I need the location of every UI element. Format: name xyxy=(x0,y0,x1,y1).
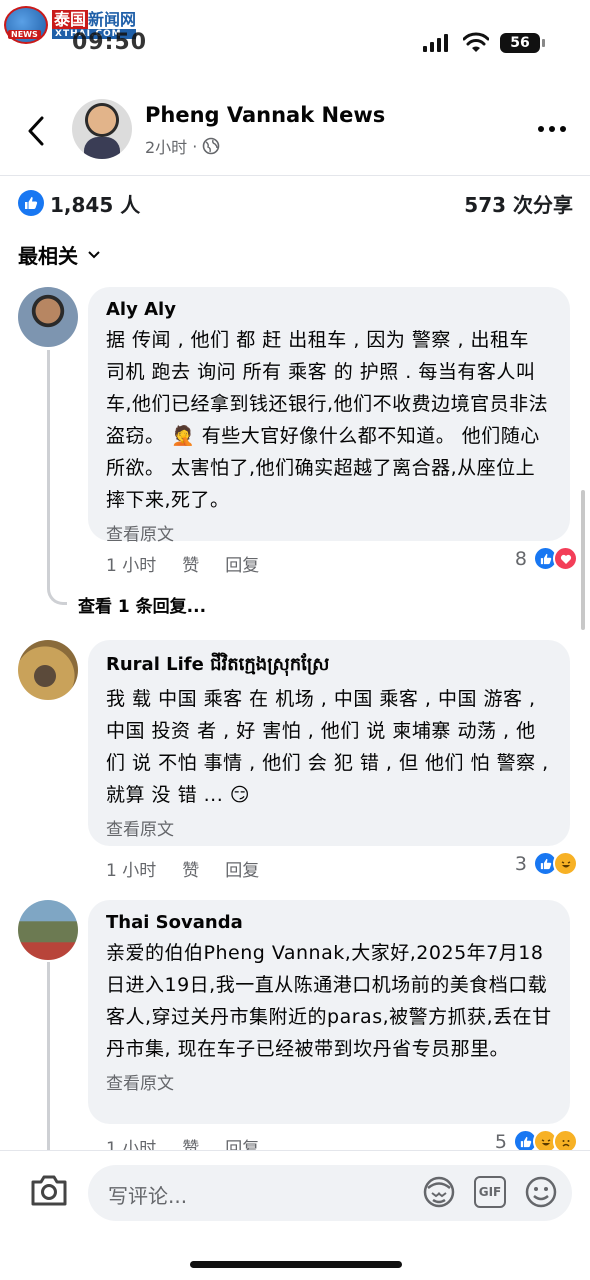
comment-bubble[interactable]: Aly Aly 据 传闻 , 他们 都 赶 出租车 , 因为 警察 , 出租车 … xyxy=(88,287,570,545)
back-icon[interactable] xyxy=(22,114,52,148)
avatar-sticker-icon[interactable] xyxy=(422,1175,456,1209)
comment-actions: 1 小时 赞 回复 xyxy=(106,856,259,881)
comment-time: 1 小时 xyxy=(106,556,157,576)
see-original-link[interactable]: 查看原文 xyxy=(106,520,552,545)
reaction-count: 8 xyxy=(514,547,527,570)
thread-line xyxy=(47,350,50,585)
reply-button[interactable]: 回复 xyxy=(225,856,259,881)
battery-indicator: 56 xyxy=(500,33,545,53)
comment-bubble[interactable]: Rural Life ជីវិតក្មេងស្រុកស្រែ 我 载 中国 乘客… xyxy=(88,640,570,846)
shares-count[interactable]: 573 次分享 xyxy=(464,189,573,218)
comment-text: 据 传闻 , 他们 都 赶 出租车 , 因为 警察 , 出租车 司机 跑去 询问… xyxy=(106,329,549,511)
haha-reaction-icon xyxy=(553,851,578,876)
watermark-cn-red: 泰国 xyxy=(52,10,89,29)
commenter-name[interactable]: Aly Aly xyxy=(106,299,552,320)
home-indicator[interactable] xyxy=(190,1261,402,1268)
more-icon[interactable] xyxy=(538,126,566,132)
comment-composer: 写评论... GIF xyxy=(0,1150,590,1280)
globe-logo-icon: NEWS xyxy=(4,6,48,44)
commenter-avatar[interactable] xyxy=(18,287,78,347)
likes-count[interactable]: 1,845 人 xyxy=(18,189,140,218)
reaction-summary: 1,845 人 573 次分享 xyxy=(18,186,573,220)
post-header: Pheng Vannak News 2小时 · xyxy=(0,90,590,176)
see-original-link[interactable]: 查看原文 xyxy=(106,1069,552,1094)
meta-separator: · xyxy=(192,136,198,156)
sort-selector[interactable]: 最相关 xyxy=(18,240,100,269)
comment-reactions[interactable]: 3 xyxy=(515,851,578,876)
reaction-count: 3 xyxy=(514,852,527,875)
commenter-name[interactable]: Thai Sovanda xyxy=(106,912,552,933)
likes-text: 1,845 人 xyxy=(50,192,141,217)
thread-hook xyxy=(47,585,67,605)
emoji-icon[interactable] xyxy=(524,1175,558,1209)
comment-text: 我 载 中国 乘客 在 机场 , 中国 乘客 , 中国 游客 , 中国 投资 者… xyxy=(106,688,549,806)
watermark-cn-blue: 新闻网 xyxy=(88,10,137,29)
love-reaction-icon xyxy=(553,546,578,571)
post-meta: 2小时 · xyxy=(145,134,220,158)
screen: NEWS 泰国 新闻网 XTHAI.COM 09:50 56 Pheng Vann… xyxy=(0,0,590,1280)
cellular-signal-icon xyxy=(423,34,448,52)
see-original-link[interactable]: 查看原文 xyxy=(106,815,552,840)
like-button[interactable]: 赞 xyxy=(182,856,199,881)
comment-time: 1 小时 xyxy=(106,861,157,881)
comment-reactions[interactable]: 8 xyxy=(515,546,578,571)
thread-line xyxy=(47,962,50,1150)
globe-icon xyxy=(202,137,220,155)
comment-input[interactable]: 写评论... GIF xyxy=(88,1165,572,1221)
comment-actions: 1 小时 赞 回复 xyxy=(106,551,259,576)
comment-bubble[interactable]: Thai Sovanda 亲爱的伯伯Pheng Vannak,大家好,2025年… xyxy=(88,900,570,1124)
gif-icon[interactable]: GIF xyxy=(474,1176,506,1208)
page-avatar[interactable] xyxy=(72,99,132,159)
commenter-avatar[interactable] xyxy=(18,900,78,960)
status-bar: NEWS 泰国 新闻网 XTHAI.COM 09:50 56 xyxy=(0,0,590,70)
composer-tools: GIF xyxy=(422,1175,558,1209)
wifi-icon xyxy=(463,32,489,52)
camera-icon[interactable] xyxy=(30,1173,68,1207)
commenter-name[interactable]: Rural Life ជីវិតក្មេងស្រុកស្រែ xyxy=(106,652,552,679)
like-button[interactable]: 赞 xyxy=(182,551,199,576)
view-replies-link[interactable]: 查看 1 条回复... xyxy=(78,592,206,617)
commenter-avatar[interactable] xyxy=(18,640,78,700)
post-time: 2小时 xyxy=(145,138,188,157)
scrollbar[interactable] xyxy=(581,490,585,630)
watermark-badge: NEWS xyxy=(8,30,41,39)
comment-placeholder: 写评论... xyxy=(108,1184,188,1208)
page-name[interactable]: Pheng Vannak News xyxy=(145,103,385,127)
like-icon xyxy=(18,190,44,216)
comment-text: 亲爱的伯伯Pheng Vannak,大家好,2025年7月18日进入19日,我一… xyxy=(106,942,552,1060)
reply-button[interactable]: 回复 xyxy=(225,551,259,576)
status-time: 09:50 xyxy=(72,30,148,55)
sort-label: 最相关 xyxy=(18,244,78,268)
chevron-down-icon xyxy=(88,250,100,258)
